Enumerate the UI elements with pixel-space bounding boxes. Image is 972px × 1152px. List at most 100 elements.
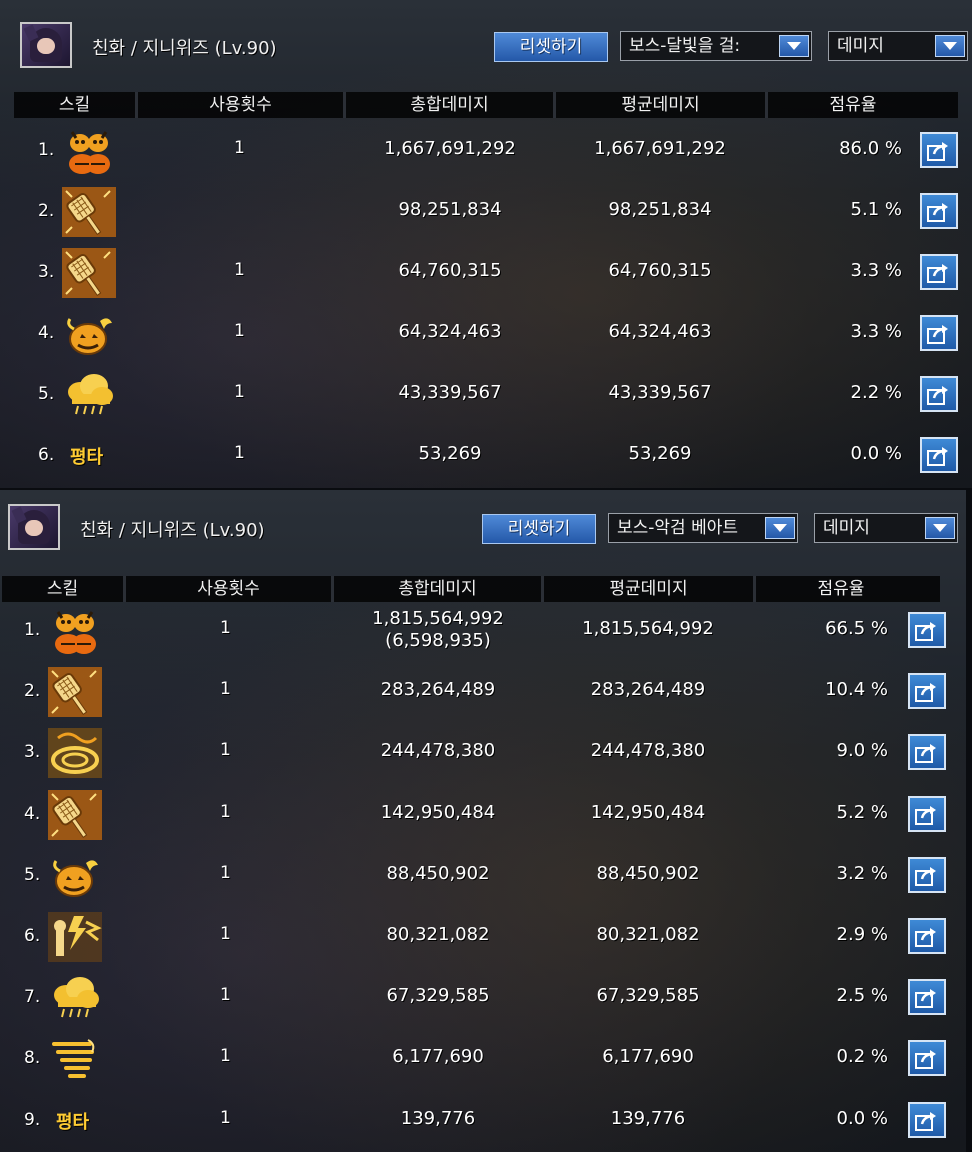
share-icon (927, 386, 948, 405)
total-damage-value: 139,776 (400, 1107, 476, 1129)
share-button[interactable] (908, 979, 946, 1016)
row-index: 7. (24, 987, 41, 1008)
jack-o-lantern-icon (62, 126, 116, 176)
total-damage: 244,478,380 (338, 740, 538, 762)
row-index: 2. (24, 681, 41, 702)
table-row: 3. 1 244,478,380 244,478,380 9.0 % (0, 722, 966, 782)
col-share[interactable]: 점유율 (756, 576, 926, 602)
total-damage: 64,760,315 (350, 260, 550, 282)
damage-panel-1: 친화 / 지니위즈 (Lv.90) 리셋하기 보스-달빛을 걸: 데미지 스킬 … (0, 0, 972, 488)
metric-select-value: 데미지 (837, 36, 884, 56)
share-button[interactable] (908, 1040, 946, 1077)
fly-swatter-icon (48, 789, 102, 840)
reset-button[interactable]: 리셋하기 (482, 514, 596, 544)
use-count: 1 (220, 1107, 231, 1128)
share-icon (915, 1050, 936, 1070)
share-percent: 0.2 % (836, 1046, 888, 1068)
share-icon (915, 866, 936, 886)
storm-cloud-icon (62, 370, 116, 420)
metric-select[interactable]: 데미지 (814, 513, 958, 543)
total-damage: 6,177,690 (338, 1046, 538, 1068)
share-icon (915, 928, 936, 947)
share-percent: 0.0 % (836, 1107, 888, 1129)
share-button[interactable] (908, 612, 946, 648)
total-damage-value: 64,760,315 (398, 260, 502, 281)
total-damage: 98,251,834 (350, 199, 550, 221)
share-button[interactable] (908, 795, 946, 832)
col-count[interactable]: 사용횟수 (126, 576, 334, 602)
share-percent: 2.5 % (836, 985, 888, 1007)
total-damage-sub: (6,598,935) (385, 630, 491, 651)
avg-damage: 142,950,484 (590, 801, 706, 823)
share-percent: 3.3 % (850, 321, 902, 342)
avg-damage: 1,815,564,992 (582, 618, 714, 639)
col-skill[interactable]: 스킬 (14, 92, 138, 118)
use-count: 1 (220, 924, 231, 944)
total-damage: 1,815,564,992 (6,598,935) (338, 608, 538, 652)
share-button[interactable] (908, 673, 946, 710)
row-index: 3. (24, 742, 41, 763)
share-button[interactable] (908, 734, 946, 771)
table-row: 2. 1 283,264,489 283,264,489 10.4 % (0, 661, 966, 721)
table-row: 2. 98,251,834 98,251,834 5.1 % (0, 181, 972, 241)
table-row: 4. 1 64,324,463 64,324,463 3.3 % (0, 303, 972, 363)
total-damage-value: 88,450,902 (386, 862, 490, 884)
use-count: 1 (234, 443, 245, 463)
total-damage: 1,667,691,292 (350, 138, 550, 160)
share-percent: 3.3 % (850, 260, 902, 281)
share-button[interactable] (908, 856, 946, 893)
col-total[interactable]: 총합데미지 (346, 92, 556, 118)
use-count: 1 (234, 138, 245, 158)
boss-select[interactable]: 보스-달빛을 걸: (620, 31, 812, 61)
share-button[interactable] (920, 254, 958, 290)
total-damage-value: 6,177,690 (392, 1046, 484, 1068)
col-skill[interactable]: 스킬 (2, 576, 126, 602)
fly-swatter-icon (62, 248, 116, 298)
col-avg[interactable]: 평균데미지 (544, 576, 756, 602)
share-percent: 9.0 % (836, 740, 888, 762)
row-index: 6. (38, 445, 55, 465)
boss-select[interactable]: 보스-악검 베아트 (608, 513, 798, 543)
row-index: 9. (24, 1109, 41, 1130)
reset-button[interactable]: 리셋하기 (494, 32, 608, 62)
character-name: 친화 / 지니위즈 (Lv.90) (80, 520, 265, 541)
share-icon (915, 744, 936, 764)
column-headers: 스킬 사용횟수 총합데미지 평균데미지 점유율 (2, 576, 940, 602)
use-count: 1 (220, 618, 231, 638)
share-button[interactable] (920, 132, 958, 168)
metric-select[interactable]: 데미지 (828, 31, 968, 61)
share-button[interactable] (920, 437, 958, 473)
col-count[interactable]: 사용횟수 (138, 92, 346, 118)
share-button[interactable] (920, 193, 958, 229)
panel-header: 친화 / 지니위즈 (Lv.90) 리셋하기 보스-악검 베아트 데미지 (0, 490, 966, 578)
share-percent: 0.0 % (850, 443, 902, 464)
chevron-down-icon[interactable] (765, 517, 795, 539)
share-percent: 66.5 % (825, 618, 888, 639)
table-row: 8. 1 6,177,690 6,177,690 0.2 % (0, 1028, 966, 1088)
boss-select-value: 보스-달빛을 걸: (629, 36, 741, 56)
col-total[interactable]: 총합데미지 (334, 576, 544, 602)
use-count: 1 (220, 1046, 231, 1067)
basic-attack-label: 평타 (70, 447, 104, 468)
chevron-down-icon[interactable] (779, 35, 809, 57)
share-icon (927, 447, 948, 466)
col-avg[interactable]: 평균데미지 (556, 92, 768, 118)
chevron-down-icon[interactable] (925, 517, 955, 539)
share-button[interactable] (920, 315, 958, 351)
jack-o-lantern-icon (48, 606, 102, 656)
share-icon (915, 683, 936, 703)
use-count: 1 (220, 862, 231, 883)
share-icon (927, 264, 948, 283)
share-button[interactable] (908, 1101, 946, 1138)
share-button[interactable] (908, 918, 946, 954)
chevron-down-icon[interactable] (935, 35, 965, 57)
basic-attack-label: 평타 (56, 1111, 90, 1133)
share-button[interactable] (920, 376, 958, 412)
total-damage-value: 43,339,567 (398, 382, 502, 403)
share-percent: 5.1 % (850, 199, 902, 220)
table-row: 5. 1 88,450,902 88,450,902 3.2 % (0, 845, 966, 905)
avg-damage: 64,760,315 (608, 260, 712, 281)
row-index: 4. (38, 323, 55, 343)
col-share[interactable]: 점유율 (768, 92, 938, 118)
fly-swatter-icon (62, 187, 116, 237)
